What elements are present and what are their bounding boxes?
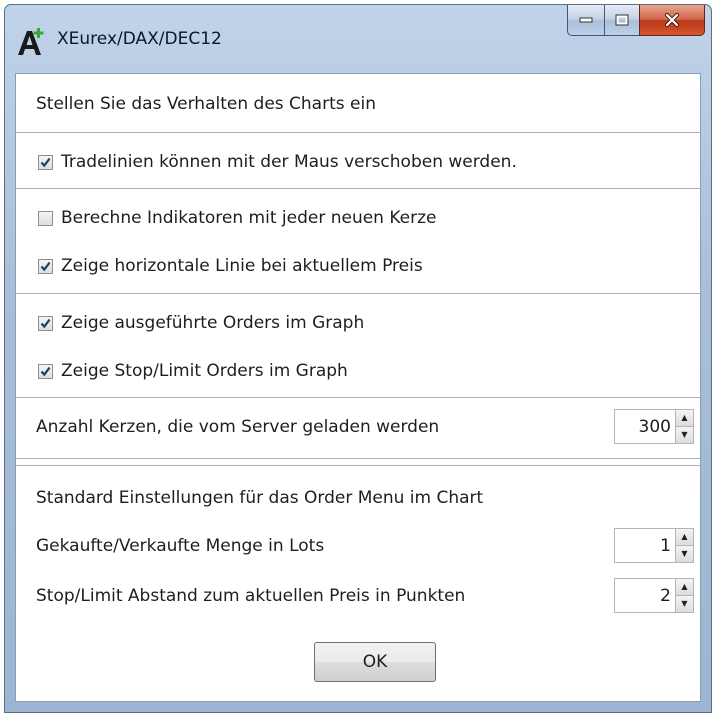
checkbox-executed-orders[interactable] [38,315,53,331]
candles-value[interactable]: 300 [615,410,675,443]
option-label: Tradelinien können mit der Maus verschob… [61,152,517,172]
divider [16,132,700,133]
order-menu-heading-text: Standard Einstellungen für das Order Men… [36,488,484,508]
arrow-up-icon[interactable]: ▲ [676,579,693,596]
close-button[interactable] [639,5,705,36]
app-logo-icon [18,28,44,55]
maximize-icon [615,14,629,26]
check-mark-icon [40,157,51,167]
distance-stepper[interactable]: 2 ▲ ▼ [614,578,694,613]
window-controls [567,5,705,37]
option-recalc-indicators[interactable]: Berechne Indikatoren mit jeder neuen Ker… [16,198,700,238]
quantity-stepper-arrows: ▲ ▼ [675,529,693,562]
close-icon [665,13,679,27]
title-bar[interactable]: XEurex/DAX/DEC12 [5,5,711,65]
dialog-content: Stellen Sie das Verhalten des Charts ein… [15,73,701,702]
ok-button[interactable]: OK [314,642,436,682]
distance-setting: Stop/Limit Abstand zum aktuellen Preis i… [16,576,700,616]
minimize-icon [579,17,593,23]
option-horizontal-price-line[interactable]: Zeige horizontale Linie bei aktuellem Pr… [16,246,700,286]
chart-behavior-heading-text: Stellen Sie das Verhalten des Charts ein [36,94,376,114]
checkbox-move-tradelines[interactable] [38,154,53,170]
arrow-up-icon[interactable]: ▲ [676,410,693,427]
option-label: Zeige Stop/Limit Orders im Graph [61,361,348,381]
quantity-setting: Gekaufte/Verkaufte Menge in Lots 1 ▲ ▼ [16,526,700,566]
option-label: Zeige horizontale Linie bei aktuellem Pr… [61,256,423,276]
candles-stepper[interactable]: 300 ▲ ▼ [614,409,694,444]
check-mark-icon [40,366,51,376]
settings-window: XEurex/DAX/DEC12 Stellen Sie das Verhalt… [4,4,712,713]
option-label: Berechne Indikatoren mit jeder neuen Ker… [61,208,437,228]
arrow-down-icon[interactable]: ▼ [676,596,693,612]
option-label: Zeige ausgeführte Orders im Graph [61,313,365,333]
distance-label: Stop/Limit Abstand zum aktuellen Preis i… [36,586,466,606]
option-executed-orders[interactable]: Zeige ausgeführte Orders im Graph [16,303,700,343]
window-title: XEurex/DAX/DEC12 [57,29,222,49]
quantity-stepper[interactable]: 1 ▲ ▼ [614,528,694,563]
quantity-label: Gekaufte/Verkaufte Menge in Lots [36,536,325,556]
minimize-button[interactable] [567,5,605,36]
checkbox-recalc-indicators[interactable] [38,210,53,226]
arrow-down-icon[interactable]: ▼ [676,546,693,562]
option-stop-limit-orders[interactable]: Zeige Stop/Limit Orders im Graph [16,351,700,391]
order-menu-heading: Standard Einstellungen für das Order Men… [16,478,700,518]
arrow-up-icon[interactable]: ▲ [676,529,693,546]
quantity-value[interactable]: 1 [615,529,675,562]
distance-stepper-arrows: ▲ ▼ [675,579,693,612]
check-mark-icon [40,261,51,271]
chart-behavior-heading: Stellen Sie das Verhalten des Charts ein [16,86,700,122]
candles-stepper-arrows: ▲ ▼ [675,410,693,443]
maximize-button[interactable] [604,5,640,36]
divider [16,397,700,398]
check-mark-icon [40,318,51,328]
divider [16,188,700,189]
checkbox-stop-limit-orders[interactable] [38,363,53,379]
divider [16,293,700,294]
arrow-down-icon[interactable]: ▼ [676,427,693,443]
candles-setting: Anzahl Kerzen, die vom Server geladen we… [16,407,700,447]
divider [16,465,700,466]
candles-label: Anzahl Kerzen, die vom Server geladen we… [36,417,440,437]
divider [16,458,700,459]
distance-value[interactable]: 2 [615,579,675,612]
option-move-tradelines[interactable]: Tradelinien können mit der Maus verschob… [16,142,700,182]
checkbox-horizontal-price-line[interactable] [38,258,53,274]
